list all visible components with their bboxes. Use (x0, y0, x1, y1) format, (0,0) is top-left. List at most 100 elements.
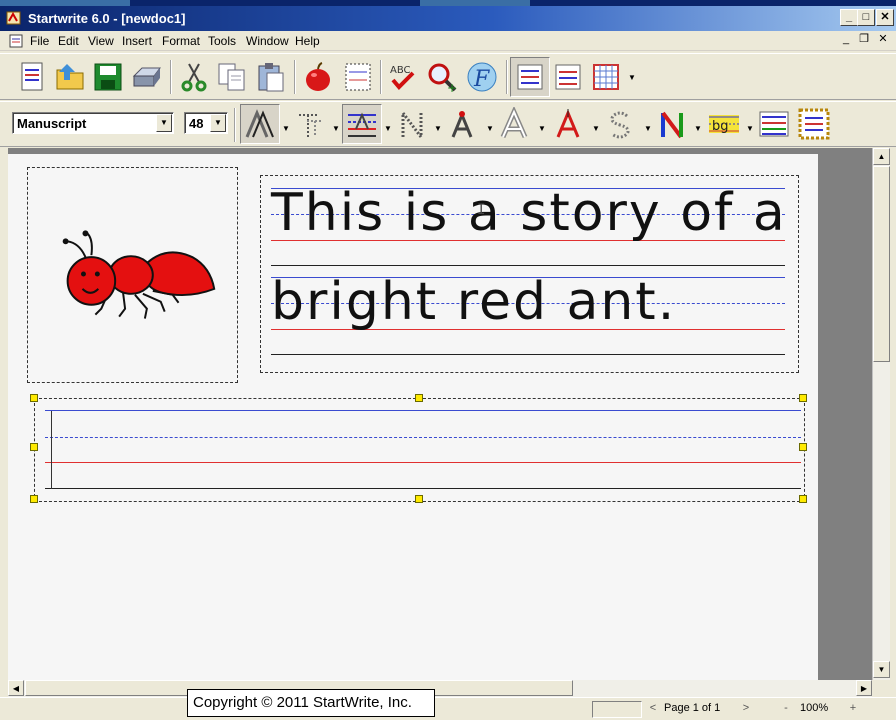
menu-format[interactable]: Format (162, 34, 200, 48)
grid-dropdown-arrow[interactable]: ▼ (628, 73, 636, 83)
resize-handle-n[interactable] (415, 394, 423, 402)
font-name-dropdown-arrow[interactable]: ▼ (156, 114, 172, 132)
lines-red-button[interactable] (548, 57, 588, 97)
lines-blue-button[interactable] (510, 57, 550, 97)
next-page-button[interactable]: > (738, 701, 754, 717)
color-n-button[interactable] (652, 104, 692, 144)
resize-handle-s[interactable] (415, 495, 423, 503)
startwrite-app-icon (6, 11, 21, 25)
paste-icon (258, 63, 284, 92)
page-frame-button[interactable] (338, 57, 378, 97)
maximize-button[interactable]: □ (857, 9, 875, 26)
decision-dots-button[interactable] (754, 104, 794, 144)
outline-a-button[interactable] (240, 104, 280, 144)
outline-a2-dropdown-arrow[interactable]: ▼ (538, 124, 546, 134)
menu-file[interactable]: File (30, 34, 49, 48)
document-page[interactable]: This is a story of a bright red ant. I (8, 154, 818, 680)
red-ant-clipart[interactable] (28, 168, 237, 382)
red-a-dropdown-arrow[interactable]: ▼ (592, 124, 600, 134)
font-name-select[interactable]: Manuscript ▼ (12, 112, 174, 134)
previous-page-button[interactable]: < (645, 701, 661, 717)
menu-insert[interactable]: Insert (122, 34, 152, 48)
mdi-restore-button[interactable]: ❐ (856, 33, 872, 47)
scissors-icon (181, 63, 207, 92)
font-size-dropdown-arrow[interactable]: ▼ (210, 114, 226, 132)
descender-guide-line (271, 354, 785, 355)
close-button[interactable]: ✕ (876, 9, 894, 26)
menu-window[interactable]: Window (246, 34, 289, 48)
resize-handle-se[interactable] (799, 495, 807, 503)
guide-lines-button[interactable] (342, 104, 382, 144)
selected-line-frame[interactable] (30, 394, 807, 503)
bg-highlight-button[interactable]: bg (704, 104, 744, 144)
dotted-s-dropdown-arrow[interactable]: ▼ (644, 124, 652, 134)
outline-a-dropdown-arrow[interactable]: ▼ (282, 124, 290, 134)
outline-letter-a-icon (245, 109, 274, 138)
scroll-left-button[interactable]: ◀ (8, 680, 24, 696)
handwriting-line-2[interactable]: bright red ant. (271, 272, 676, 332)
text-frame[interactable]: This is a story of a bright red ant. I (260, 175, 799, 373)
border-box-icon (798, 108, 830, 140)
handwriting-line-1[interactable]: This is a story of a (271, 183, 787, 243)
mdi-close-button[interactable]: ✕ (875, 33, 891, 47)
copy-button[interactable] (212, 57, 252, 97)
start-dot-a-button[interactable] (442, 104, 482, 144)
document-icon[interactable] (8, 33, 24, 49)
outline-a2-button[interactable] (494, 104, 534, 144)
zoom-out-button[interactable]: - (778, 701, 794, 717)
cut-button[interactable] (174, 57, 214, 97)
menu-help[interactable]: Help (295, 34, 320, 48)
dotted-t-dropdown-arrow[interactable]: ▼ (332, 124, 340, 134)
scroll-down-button[interactable]: ▼ (873, 661, 890, 678)
dotted-s-button[interactable] (600, 104, 640, 144)
menu-tools[interactable]: Tools (208, 34, 236, 48)
dotted-n-dropdown-arrow[interactable]: ▼ (434, 124, 442, 134)
title-bar: Startwrite 6.0 - [newdoc1] _ □ ✕ (0, 6, 896, 31)
mdi-minimize-button[interactable]: _ (838, 33, 854, 47)
open-button[interactable] (50, 57, 90, 97)
vertical-scrollbar[interactable]: ▲ ▼ (872, 148, 890, 680)
horizontal-scrollbar[interactable]: ◀ ▶ (8, 680, 872, 697)
border-box-button[interactable] (794, 104, 834, 144)
red-lines-icon (555, 64, 581, 90)
svg-text:+: + (447, 81, 457, 94)
font-button[interactable]: F (462, 57, 502, 97)
grid-icon (593, 64, 619, 90)
red-a-button[interactable] (548, 104, 588, 144)
zoom-in-button[interactable]: + (845, 701, 861, 717)
text-cursor-ibeam: I (477, 202, 486, 218)
minimize-button[interactable]: _ (840, 9, 858, 26)
frame-icon (345, 63, 371, 91)
scroll-right-button[interactable]: ▶ (856, 680, 872, 696)
vertical-scroll-thumb[interactable] (873, 166, 890, 362)
new-document-button[interactable] (12, 57, 52, 97)
print-button[interactable] (128, 57, 168, 97)
ant-abdomen (143, 251, 216, 297)
bg-highlight-dropdown-arrow[interactable]: ▼ (746, 124, 754, 134)
dotted-t-button[interactable] (290, 104, 330, 144)
resize-handle-sw[interactable] (30, 495, 38, 503)
clipart-button[interactable] (298, 57, 338, 97)
paste-button[interactable] (250, 57, 290, 97)
resize-handle-e[interactable] (799, 443, 807, 451)
font-size-select[interactable]: 48 ▼ (184, 112, 228, 134)
resize-handle-nw[interactable] (30, 394, 38, 402)
scroll-up-button[interactable]: ▲ (873, 148, 890, 165)
font-f-icon: F (467, 62, 497, 92)
menu-edit[interactable]: Edit (58, 34, 79, 48)
start-dot-a-dropdown-arrow[interactable]: ▼ (486, 124, 494, 134)
clipart-frame[interactable] (27, 167, 238, 383)
grid-button[interactable] (586, 57, 626, 97)
toolbar-separator (294, 60, 296, 94)
dotted-n-button[interactable] (392, 104, 432, 144)
zoom-level: 100% (800, 702, 829, 714)
resize-handle-w[interactable] (30, 443, 38, 451)
spell-check-button[interactable]: ABC (384, 57, 424, 97)
color-n-dropdown-arrow[interactable]: ▼ (694, 124, 702, 134)
guide-lines-dropdown-arrow[interactable]: ▼ (384, 124, 392, 134)
zoom-button[interactable]: + (422, 57, 462, 97)
resize-handle-ne[interactable] (799, 394, 807, 402)
save-button[interactable] (88, 57, 128, 97)
menu-view[interactable]: View (88, 34, 114, 48)
window-title: Startwrite 6.0 - [newdoc1] (28, 11, 186, 26)
